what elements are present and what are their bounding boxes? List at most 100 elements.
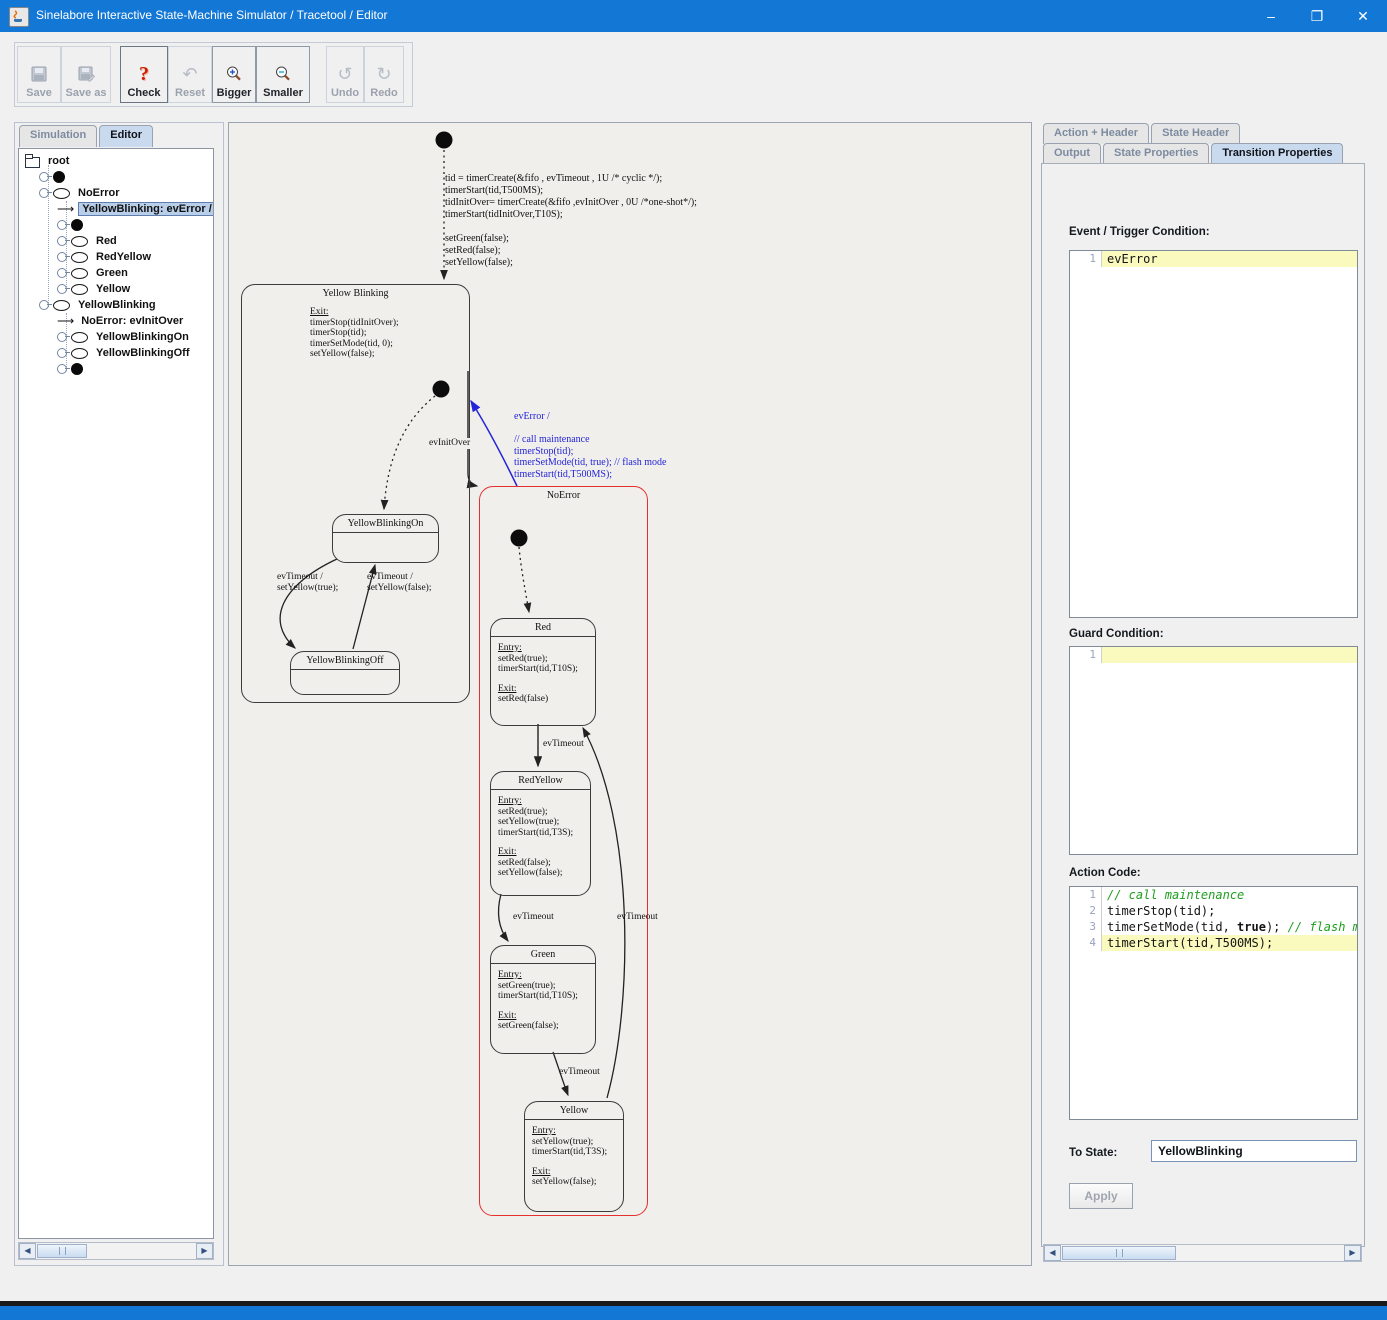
tree-item-transition-yellowblinking[interactable]: ⟶ YellowBlinking: evError / (57, 201, 213, 217)
state-yellowblinking[interactable]: Yellow Blinking Exit: timerStop(tidInitO… (241, 284, 470, 703)
state-yellow[interactable]: Yellow Entry: setYellow(true); timerStar… (524, 1101, 624, 1212)
tab-state-properties[interactable]: State Properties (1103, 143, 1209, 164)
code-text: timerStart(tid,T500MS); (1102, 935, 1357, 951)
app-window: Sinelabore Interactive State-Machine Sim… (0, 0, 1387, 1320)
tree-item-yellowblinking[interactable]: YellowBlinking (39, 297, 213, 313)
save-as-button[interactable]: Save as (61, 46, 111, 103)
tree-item-initial[interactable] (57, 217, 213, 233)
exit-code: setYellow(false); (532, 1177, 620, 1188)
transition-everror-selected[interactable] (471, 401, 517, 486)
tree-item-label: YellowBlinkingOn (93, 331, 192, 343)
tree-item-initial[interactable] (39, 169, 213, 185)
tab-action-header[interactable]: Action + Header (1043, 123, 1149, 144)
expander-icon[interactable] (57, 348, 67, 358)
guard-condition-editor[interactable]: 1 (1069, 646, 1358, 855)
expander-icon[interactable] (57, 220, 67, 230)
save-as-icon (62, 61, 110, 87)
evinitover-label[interactable]: evInitOver (429, 438, 470, 449)
expander-icon[interactable] (57, 268, 67, 278)
expander-icon[interactable] (57, 332, 67, 342)
red-to-redyellow-label[interactable]: evTimeout (543, 739, 584, 750)
expander-icon[interactable] (57, 252, 67, 262)
state-title: NoError (480, 487, 647, 504)
expander-icon[interactable] (57, 364, 67, 374)
state-title: Red (491, 619, 595, 637)
yellow-to-red-label[interactable]: evTimeout (617, 912, 658, 923)
tab-state-header[interactable]: State Header (1151, 123, 1240, 144)
tree-item-yellowblinkingoff[interactable]: YellowBlinkingOff (57, 345, 213, 361)
scrollbar-thumb[interactable] (37, 1244, 87, 1258)
everror-transition-label[interactable]: evError / // call maintenance timerStop(… (514, 411, 666, 480)
expander-icon[interactable] (57, 236, 67, 246)
diagram-canvas[interactable]: Yellow Blinking Exit: timerStop(tidInitO… (228, 122, 1032, 1266)
state-icon (71, 284, 88, 295)
bigger-button[interactable]: Bigger (212, 46, 256, 103)
scrollbar-thumb[interactable] (1062, 1246, 1176, 1260)
redo-icon: ↻ (365, 61, 403, 87)
tree-item-transition-noerror[interactable]: ⟶ NoError: evInitOver (57, 313, 213, 329)
redyellow-to-green-label[interactable]: evTimeout (513, 912, 554, 923)
tree-item-redyellow[interactable]: RedYellow (57, 249, 213, 265)
scroll-right-icon[interactable]: ▶ (196, 1243, 213, 1259)
expander-icon[interactable] (57, 284, 67, 294)
code-text: evError (1102, 251, 1357, 267)
tab-simulation[interactable]: Simulation (19, 125, 97, 147)
save-icon (18, 61, 60, 87)
initial-transition-action-label[interactable]: tid = timerCreate(&fifo , evTimeout , 1U… (445, 173, 697, 269)
state-yellowblinkingoff[interactable]: YellowBlinkingOff (290, 651, 400, 695)
state-icon (71, 348, 88, 359)
close-button[interactable]: ✕ (1340, 0, 1386, 32)
tree-item-yellow[interactable]: Yellow (57, 281, 213, 297)
state-yellowblinkingon[interactable]: YellowBlinkingOn (332, 514, 439, 563)
state-title: Yellow Blinking (242, 285, 469, 302)
save-button[interactable]: Save (17, 46, 61, 103)
state-icon (53, 188, 70, 199)
apply-button[interactable]: Apply (1069, 1183, 1133, 1209)
smaller-button[interactable]: Smaller (256, 46, 310, 103)
state-redyellow[interactable]: RedYellow Entry: setRed(true); setYellow… (490, 771, 591, 896)
state-green[interactable]: Green Entry: setGreen(true); timerStart(… (490, 945, 596, 1054)
right-horizontal-scrollbar[interactable]: ◀ ▶ (1043, 1244, 1362, 1262)
title-bar: Sinelabore Interactive State-Machine Sim… (0, 0, 1387, 32)
initial-state-icon (53, 171, 65, 183)
minimize-button[interactable]: – (1248, 0, 1294, 32)
initial-state-icon (71, 363, 83, 375)
entry-code: setRed(true); setYellow(true); timerStar… (498, 807, 587, 839)
action-code-editor[interactable]: 1 // call maintenance 2 timerStop(tid); … (1069, 886, 1358, 1120)
tree-item-yellowblinkingon[interactable]: YellowBlinkingOn (57, 329, 213, 345)
maximize-button[interactable]: ❐ (1294, 0, 1340, 32)
event-condition-editor[interactable]: 1 evError (1069, 250, 1358, 618)
left-horizontal-scrollbar[interactable]: ◀ ▶ (18, 1242, 214, 1260)
code-text: timerSetMode(tid, (1107, 920, 1237, 934)
expander-icon[interactable] (39, 188, 49, 198)
code-text: ); (1266, 920, 1288, 934)
to-state-field[interactable]: YellowBlinking (1151, 1140, 1357, 1162)
reset-button[interactable]: ↶ Reset (168, 46, 212, 103)
tree-item-green[interactable]: Green (57, 265, 213, 281)
scroll-left-icon[interactable]: ◀ (19, 1243, 36, 1259)
undo-button[interactable]: ↺ Undo (326, 46, 364, 103)
check-button[interactable]: ? Check (120, 46, 168, 103)
action-code-label: Action Code: (1069, 867, 1141, 879)
expander-icon[interactable] (39, 172, 49, 182)
scroll-right-icon[interactable]: ▶ (1344, 1245, 1361, 1261)
state-title: Yellow (525, 1102, 623, 1120)
tab-editor[interactable]: Editor (99, 125, 153, 147)
tree-item-root[interactable]: root (25, 153, 213, 169)
initial-state-dot-top[interactable] (436, 132, 453, 149)
tree-item-red[interactable]: Red (57, 233, 213, 249)
tab-transition-properties[interactable]: Transition Properties (1211, 143, 1343, 164)
redo-button[interactable]: ↻ Redo (364, 46, 404, 103)
tab-output[interactable]: Output (1043, 143, 1101, 164)
event-condition-label: Event / Trigger Condition: (1069, 226, 1210, 238)
state-red[interactable]: Red Entry: setRed(true); timerStart(tid,… (490, 618, 596, 726)
tree-item-noerror[interactable]: NoError (39, 185, 213, 201)
tree-item-label: YellowBlinkingOff (93, 347, 193, 359)
expander-icon[interactable] (39, 300, 49, 310)
green-to-yellow-label[interactable]: evTimeout (559, 1067, 600, 1078)
on-to-off-label[interactable]: evTimeout / setYellow(true); (277, 572, 338, 594)
tree-item-initial[interactable] (57, 361, 213, 377)
folder-icon (25, 157, 40, 168)
scroll-left-icon[interactable]: ◀ (1044, 1245, 1061, 1261)
off-to-on-label[interactable]: evTimeout / setYellow(false); (367, 572, 431, 594)
